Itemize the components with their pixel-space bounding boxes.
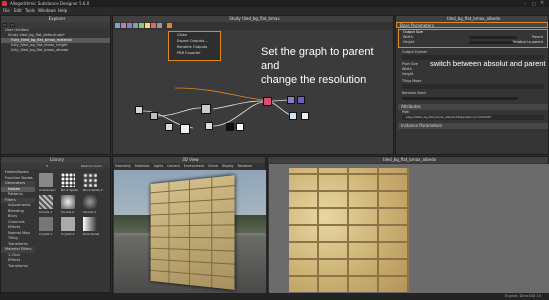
graph-connections — [142, 87, 294, 129]
3d-menu-camera[interactable]: Camera — [167, 164, 180, 168]
3d-menu-display[interactable]: Display — [222, 164, 234, 168]
3d-menu-environment[interactable]: Environment — [184, 164, 204, 168]
window-title: Allegorithmic Substance Designer 5.6.0 — [10, 1, 90, 6]
library-thumb[interactable] — [83, 195, 97, 209]
thumb-label: Brick Spots — [61, 188, 78, 192]
library-panel: Library ⌕ Medium Icons Folder/Nodes Func… — [0, 156, 111, 293]
height-label: Height — [403, 40, 415, 44]
thumb-label: Clouds 1 — [39, 210, 52, 214]
3d-menu-scene[interactable]: Scene — [208, 164, 218, 168]
graph-node[interactable] — [236, 123, 244, 131]
3d-menu-renderer[interactable]: Renderer — [238, 164, 253, 168]
graph-node[interactable] — [165, 123, 173, 131]
library-categories: Folder/Nodes Function Nodes Generators N… — [1, 170, 35, 269]
3d-menu-lights[interactable]: Lights — [154, 164, 164, 168]
2d-view-panel: tiled_bg_flat_bmax_albedo — [267, 156, 549, 293]
library-thumb[interactable] — [83, 217, 97, 231]
random-seed-slider[interactable] — [402, 97, 518, 100]
graph-node[interactable] — [263, 97, 272, 106]
library-thumb[interactable] — [39, 217, 53, 231]
2d-texture-preview — [289, 168, 409, 292]
library-search-bar: ⌕ Medium Icons — [1, 163, 110, 169]
thumb-label: Crystal 1 — [39, 232, 53, 236]
save-icon[interactable] — [10, 23, 16, 27]
output-node[interactable] — [289, 112, 297, 120]
width-slider[interactable] — [469, 36, 517, 39]
2d-viewport[interactable] — [269, 164, 549, 293]
menu-tools[interactable]: Tools — [25, 8, 35, 13]
3d-viewport[interactable] — [114, 170, 266, 293]
properties-panel: tiled_bg_flat_bmax_albedo Base Parameter… — [395, 15, 549, 155]
graph-panel: Study tiled_bg_flat_bmax Close Export Ou… — [112, 15, 394, 155]
status-text: Engine: Direct3D 10 — [504, 294, 541, 298]
thumb-label: Clouds 2 — [61, 210, 74, 214]
3d-menu-geometry[interactable]: Geometry — [115, 164, 131, 168]
height-row[interactable]: Height Relative to parent — [399, 40, 547, 45]
thumb-label: Clouds 3 — [83, 210, 96, 214]
library-thumb[interactable] — [83, 173, 97, 187]
graph-node[interactable] — [150, 112, 158, 120]
library-thumb[interactable] — [61, 217, 75, 231]
graph-node[interactable] — [201, 104, 211, 114]
output-size-group: Output Size Width Parent Height Relative… — [398, 29, 548, 48]
graph-node[interactable] — [135, 106, 143, 114]
library-thumbnails: Anisotropic Brick Spots Brick Spots 2 Cl… — [37, 171, 111, 291]
menu-edit[interactable]: Edit — [14, 8, 22, 13]
height-value[interactable]: Relative to parent — [513, 40, 543, 45]
library-category[interactable]: Transforms — [1, 264, 35, 270]
3d-menu-materials[interactable]: Materials — [135, 164, 150, 168]
output-node[interactable] — [297, 96, 305, 104]
tiling-mode-select[interactable] — [402, 84, 544, 89]
explorer-panel: Explorer User Untitled Study tiled_bg_fl… — [0, 15, 111, 155]
pixel-width-label: Width — [402, 67, 412, 71]
view-mode-select[interactable]: Medium Icons — [81, 164, 102, 168]
menu-file[interactable]: File — [3, 8, 10, 13]
2d-view-header: tiled_bg_flat_bmax_albedo — [268, 157, 548, 163]
library-thumb[interactable] — [39, 195, 53, 209]
thumb-label: Anisotropic — [39, 188, 56, 192]
app-icon — [2, 1, 7, 6]
3d-view-panel: 3D View Geometry Materials Lights Camera… — [112, 156, 266, 293]
library-thumb[interactable] — [61, 173, 75, 187]
menu-windows[interactable]: Windows — [38, 8, 56, 13]
graph-node[interactable] — [205, 122, 213, 130]
graph-node[interactable] — [180, 124, 190, 134]
output-node[interactable] — [301, 112, 309, 120]
new-icon[interactable] — [2, 23, 7, 27]
pixel-height-label: Height — [402, 72, 414, 76]
library-thumb[interactable] — [39, 173, 53, 187]
thumb-label: Brick Spots 2 — [83, 188, 103, 192]
thumb-label: Crystal 2 — [61, 232, 75, 236]
output-node[interactable] — [287, 96, 295, 104]
maximize-icon[interactable]: □ — [532, 1, 536, 6]
height-slider[interactable] — [469, 41, 517, 44]
connection-wire — [174, 87, 264, 101]
explorer-item[interactable]: fully_tiled_bg_flat_bmax_albedo — [1, 48, 110, 53]
menu-help[interactable]: Help — [58, 8, 67, 13]
thumb-label: Directional — [83, 232, 100, 236]
close-icon[interactable]: × — [540, 0, 544, 6]
menubar: File Edit Tools Windows Help — [0, 7, 549, 14]
library-category[interactable]: Material Filters — [1, 247, 35, 253]
path-value[interactable]: pkg:///tiled_bg_flat_bmax_albedo?depende… — [402, 115, 544, 120]
minimize-icon[interactable]: – — [524, 1, 526, 6]
graph-node[interactable] — [226, 123, 234, 131]
pixel-height-row[interactable]: Height — [398, 72, 548, 77]
section-instance-parameters[interactable]: Instance Parameters — [398, 123, 548, 129]
annotation-note: switch between absolut and parent — [430, 59, 546, 68]
3d-view-menubar: Geometry Materials Lights Camera Environ… — [113, 163, 265, 169]
3d-preview-mesh — [150, 175, 235, 290]
status-bar: Engine: Direct3D 10 — [0, 293, 549, 300]
section-base-parameters[interactable]: Base Parameters — [396, 22, 548, 28]
title-bar: Allegorithmic Substance Designer 5.6.0 –… — [0, 0, 549, 7]
search-icon[interactable]: ⌕ — [46, 163, 48, 168]
library-thumb[interactable] — [61, 195, 75, 209]
random-seed-row[interactable] — [398, 96, 548, 101]
width-label: Width — [403, 35, 413, 39]
